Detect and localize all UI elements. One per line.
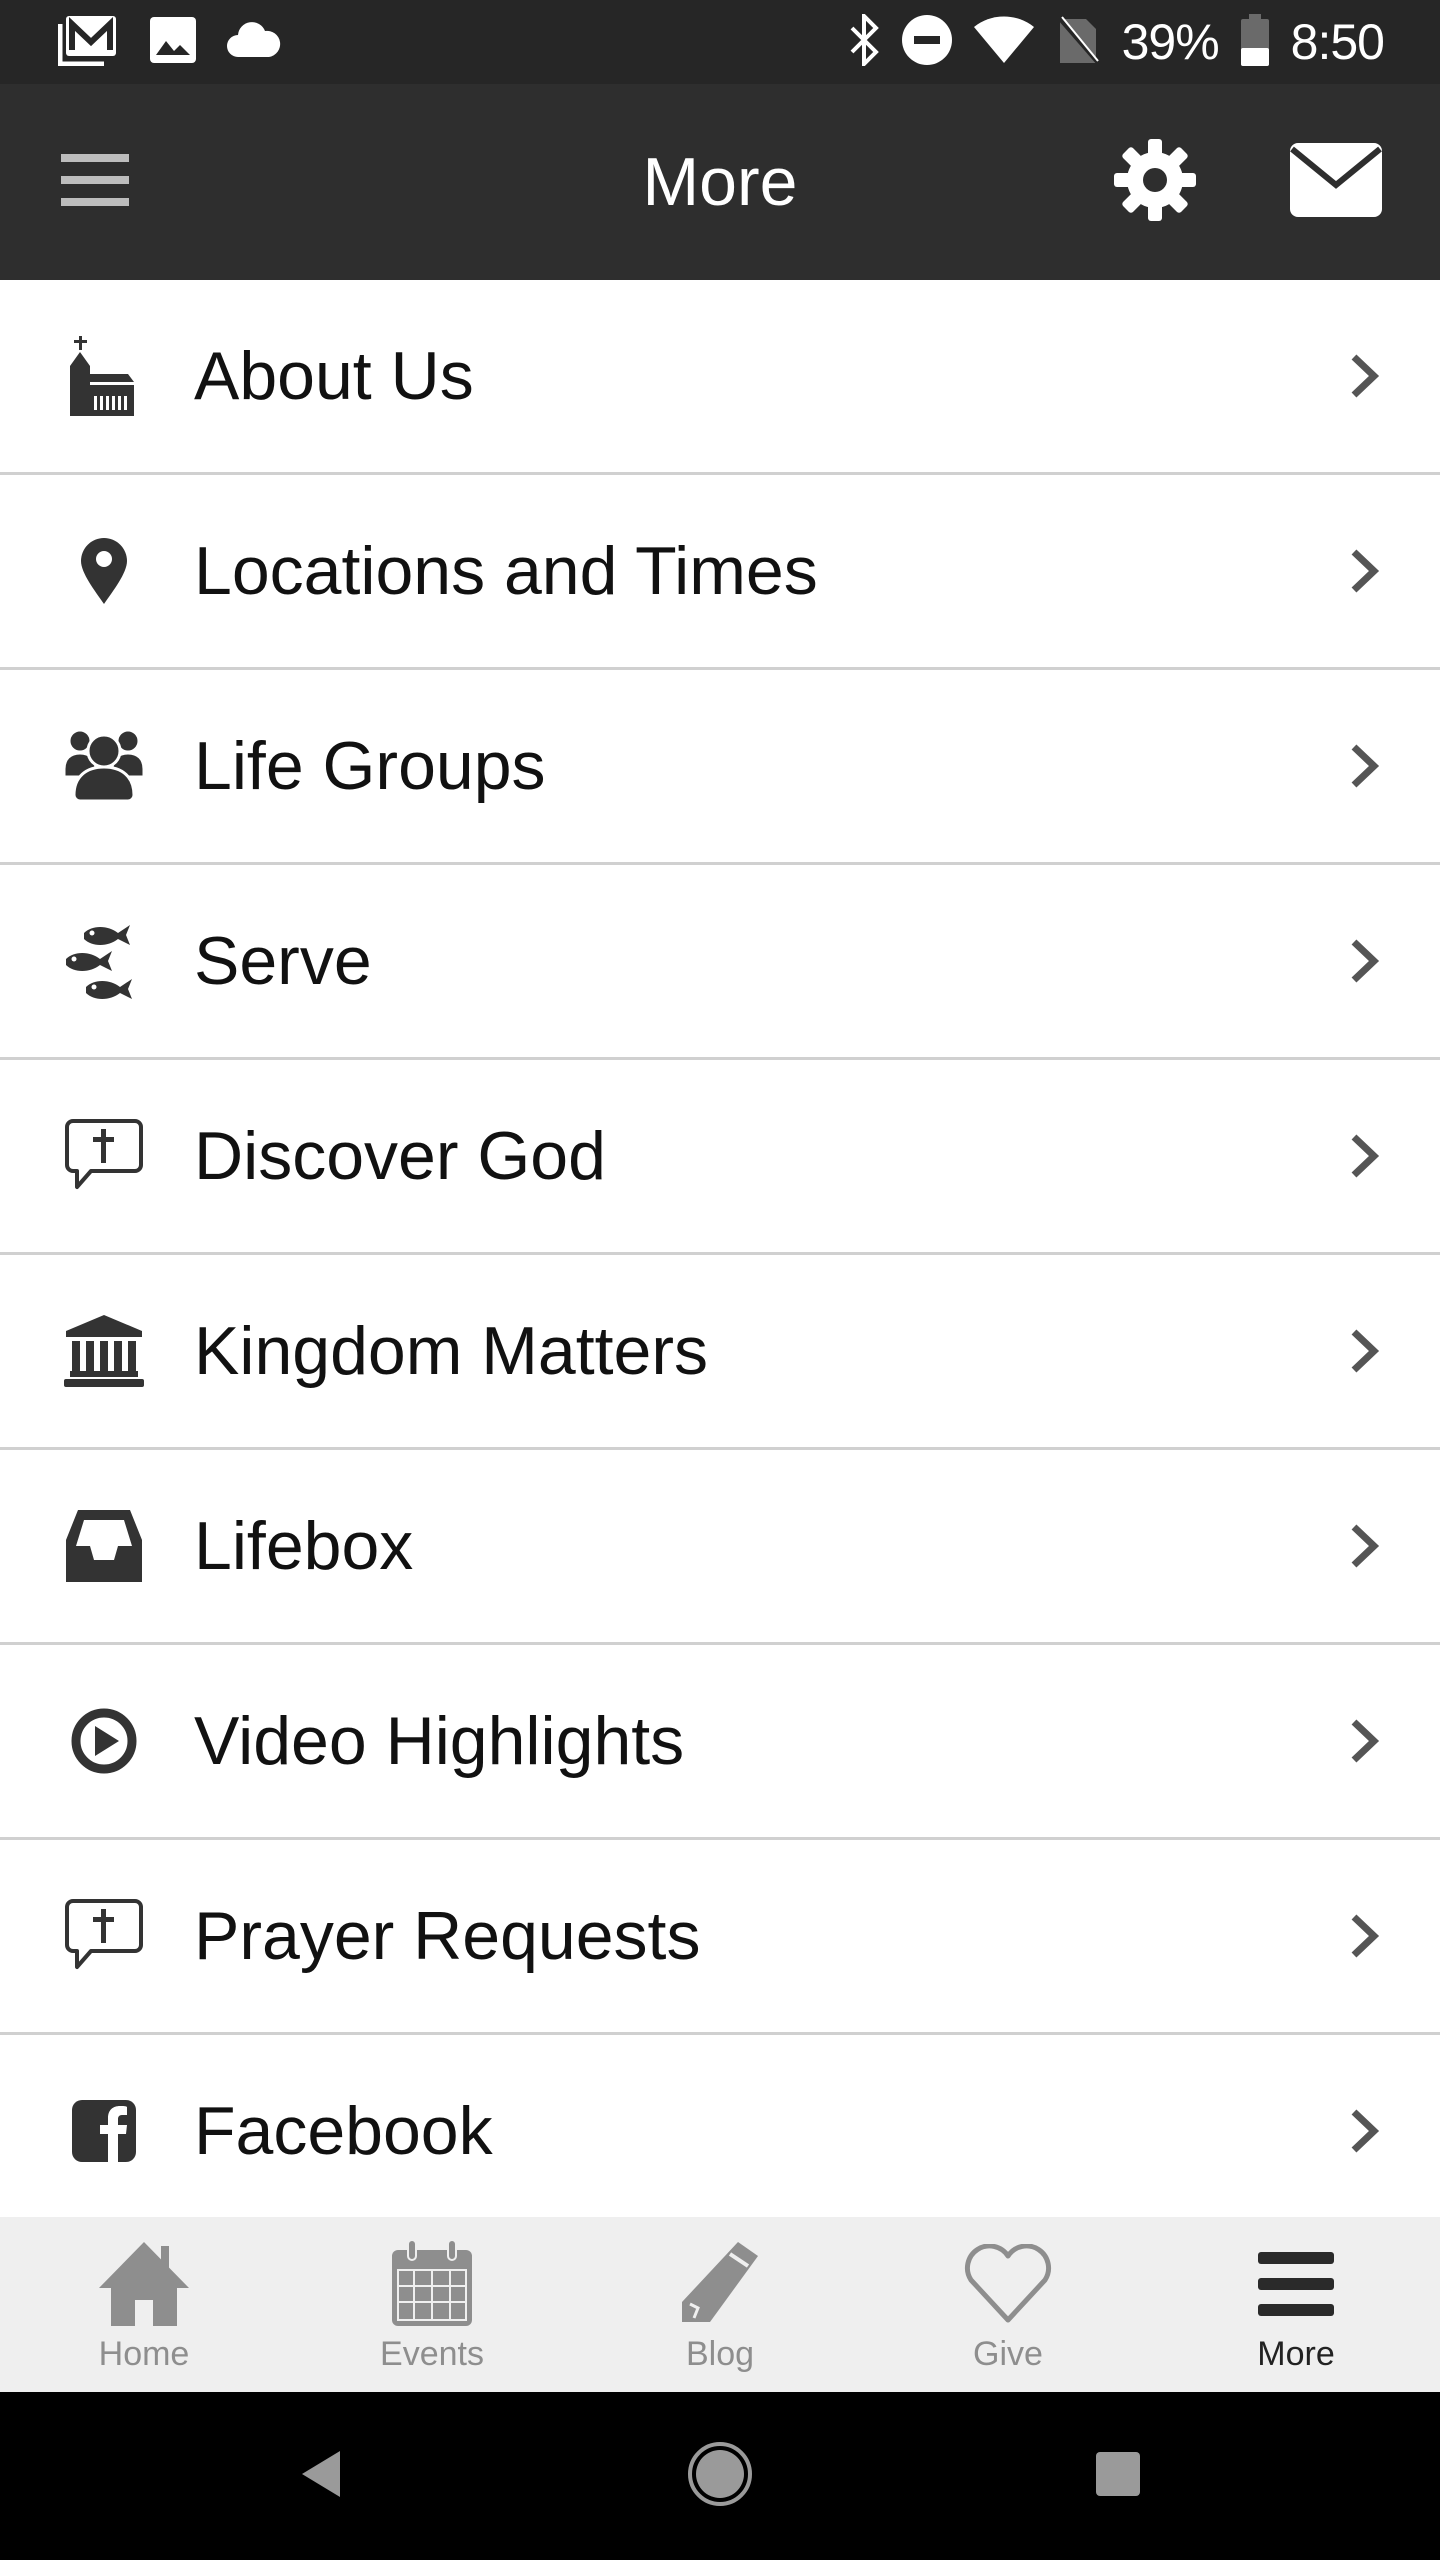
back-button[interactable] [252, 2392, 392, 2560]
speech-cross-icon [60, 1840, 148, 2032]
inbox-tray-icon [60, 1450, 148, 1642]
wifi-icon [973, 15, 1034, 70]
calendar-icon [288, 2239, 576, 2329]
bank-institution-icon [60, 1255, 148, 1447]
menu-item-locations-and-times[interactable]: Locations and Times [0, 475, 1440, 670]
clock: 8:50 [1290, 14, 1385, 70]
bottom-tab-bar: Home Events Blog Give More [0, 2217, 1440, 2392]
chevron-right-icon [1340, 280, 1390, 472]
menu-list: About Us Locations and Times Life Groups… [0, 280, 1440, 2217]
battery-percent: 39% [1121, 14, 1220, 70]
tab-events[interactable]: Events [288, 2217, 576, 2392]
gmail-icon [57, 14, 120, 71]
menu-item-facebook[interactable]: Facebook [0, 2035, 1440, 2217]
menu-item-lifebox[interactable]: Lifebox [0, 1450, 1440, 1645]
menu-item-label: Discover God [194, 1118, 606, 1194]
menu-item-life-groups[interactable]: Life Groups [0, 670, 1440, 865]
bluetooth-icon [848, 10, 880, 71]
home-icon [0, 2239, 288, 2329]
chevron-right-icon [1340, 2035, 1390, 2217]
menu-item-discover-god[interactable]: Discover God [0, 1060, 1440, 1255]
map-pin-icon [60, 475, 148, 667]
chevron-right-icon [1340, 670, 1390, 862]
play-circle-icon [60, 1645, 148, 1837]
menu-item-prayer-requests[interactable]: Prayer Requests [0, 1840, 1440, 2035]
menu-item-kingdom-matters[interactable]: Kingdom Matters [0, 1255, 1440, 1450]
menu-item-about-us[interactable]: About Us [0, 280, 1440, 475]
facebook-icon [60, 2035, 148, 2217]
chevron-right-icon [1340, 475, 1390, 667]
cloud-icon [226, 21, 282, 64]
group-people-icon [60, 670, 148, 862]
tab-home[interactable]: Home [0, 2217, 288, 2392]
chevron-right-icon [1340, 1255, 1390, 1447]
menu-item-label: Locations and Times [194, 533, 818, 609]
tab-blog[interactable]: Blog [576, 2217, 864, 2392]
menu-item-label: Facebook [194, 2093, 493, 2169]
tab-label: Blog [685, 2335, 755, 2373]
tab-label: Home [98, 2335, 190, 2373]
menu-item-label: Lifebox [194, 1508, 414, 1584]
menu-item-label: Serve [194, 923, 372, 999]
mail-envelope-icon [1290, 142, 1382, 222]
mail-button[interactable] [1276, 84, 1396, 280]
tab-more[interactable]: More [1152, 2217, 1440, 2392]
status-bar: 39% 8:50 [0, 0, 1440, 84]
tab-give[interactable]: Give [864, 2217, 1152, 2392]
page-title: More [642, 144, 798, 220]
recents-button[interactable] [1048, 2392, 1188, 2560]
settings-gear-icon [1114, 138, 1196, 226]
church-icon [60, 280, 148, 472]
menu-item-video-highlights[interactable]: Video Highlights [0, 1645, 1440, 1840]
no-sim-icon [1056, 15, 1100, 70]
chevron-right-icon [1340, 1645, 1390, 1837]
pencil-icon [576, 2239, 864, 2329]
fish-icon [60, 865, 148, 1057]
system-nav-bar [0, 2392, 1440, 2560]
chevron-right-icon [1340, 865, 1390, 1057]
do-not-disturb-icon [901, 14, 952, 70]
tab-label: Events [380, 2335, 484, 2373]
hamburger-menu-icon [1152, 2239, 1440, 2329]
battery-icon [1240, 13, 1269, 71]
image-icon [150, 16, 196, 68]
app-header: More [0, 84, 1440, 280]
home-nav-button[interactable] [650, 2392, 790, 2560]
home-circle-icon [687, 2441, 753, 2512]
chevron-right-icon [1340, 1060, 1390, 1252]
menu-item-label: About Us [194, 338, 474, 414]
menu-item-label: Video Highlights [194, 1703, 685, 1779]
menu-item-label: Prayer Requests [194, 1898, 701, 1974]
chevron-right-icon [1340, 1840, 1390, 2032]
tab-label: More [1257, 2335, 1335, 2373]
settings-button[interactable] [1100, 84, 1210, 280]
speech-cross-icon [60, 1060, 148, 1252]
heart-icon [864, 2239, 1152, 2329]
menu-item-serve[interactable]: Serve [0, 865, 1440, 1060]
menu-item-label: Life Groups [194, 728, 546, 804]
chevron-right-icon [1340, 1450, 1390, 1642]
recents-square-icon [1096, 2451, 1140, 2501]
back-icon [302, 2450, 342, 2502]
tab-label: Give [973, 2335, 1043, 2373]
menu-item-label: Kingdom Matters [194, 1313, 708, 1389]
